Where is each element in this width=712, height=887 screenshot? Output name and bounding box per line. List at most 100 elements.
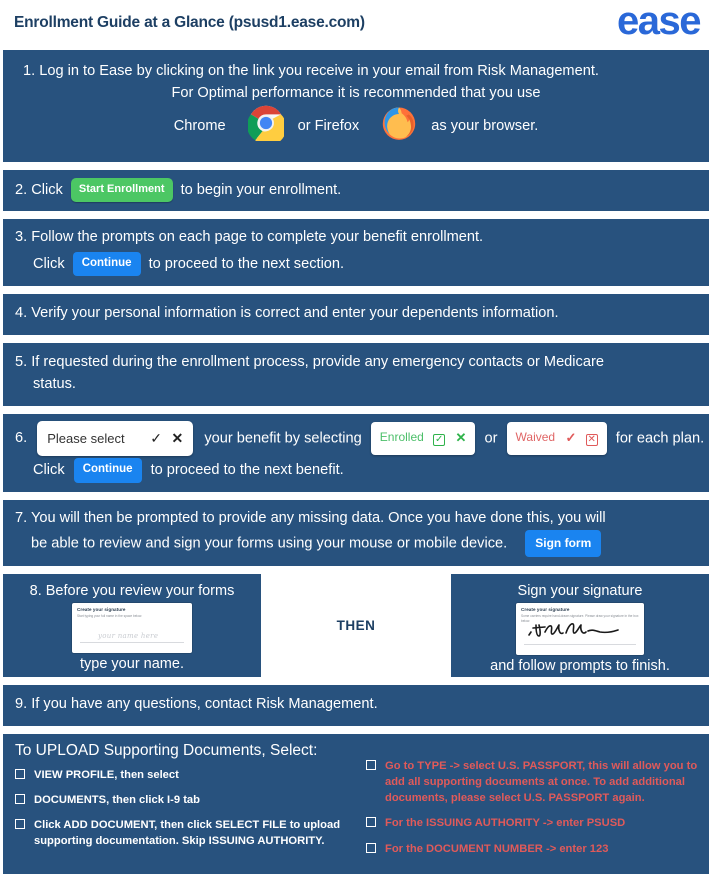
step-1-line-1: 1. Log in to Ease by clicking on the lin… xyxy=(13,61,699,83)
waived-chip[interactable]: Waived ✓ ✕ xyxy=(506,421,607,456)
step-5-line-2: status. xyxy=(33,375,76,392)
step-8-left-footer: type your name. xyxy=(80,655,184,672)
step-4-block: 4. Verify your personal information is c… xyxy=(3,294,709,335)
checkbox-icon[interactable] xyxy=(15,819,25,830)
step-1-line-2: For Optimal performance it is recommende… xyxy=(171,84,541,101)
step-7-line-1: 7. You will then be prompted to provide … xyxy=(15,508,697,530)
step-3-text-1: Follow the prompts on each page to compl… xyxy=(31,228,484,245)
step-5-block: 5. If requested during the enrollment pr… xyxy=(3,342,709,406)
signature-input-line-left xyxy=(80,641,184,643)
checkbox-icon[interactable] xyxy=(366,759,376,770)
handwritten-signature-icon xyxy=(526,619,630,644)
step-2-post-text: to begin your enrollment. xyxy=(180,181,342,198)
step-2-number: 2. xyxy=(15,181,28,198)
step-8-right-pane: Sign your signature Create your signatur… xyxy=(451,573,709,677)
step-3-line-2: Click Continue to proceed to the next se… xyxy=(15,251,697,277)
ease-logo: ease xyxy=(617,0,701,43)
step-8-row: 8. Before you review your forms Create y… xyxy=(3,573,709,677)
step-7-text-1: You will then be prompted to provide any… xyxy=(30,509,606,526)
benefit-select-dropdown[interactable]: Please select ✓ ✕ xyxy=(37,420,194,457)
step-6-block: 6. Please select ✓ ✕ your benefit by sel… xyxy=(3,413,709,492)
step-5-line-1: 5. If requested during the enrollment pr… xyxy=(15,352,697,374)
step-2-block: 2. Click Start Enrollment to begin your … xyxy=(3,169,709,211)
upload-list-item[interactable]: VIEW PROFILE, then select xyxy=(15,767,348,783)
sign-form-button[interactable]: Sign form xyxy=(525,529,602,557)
step-7-text-2: be able to review and sign your forms us… xyxy=(31,535,508,552)
step-1-line-3: Chrome or Firefox as your browser. xyxy=(13,105,699,149)
step-9-block: 9. If you have any questions, contact Ri… xyxy=(3,684,709,726)
step-1-text-1: Log in to Ease by clicking on the link y… xyxy=(39,63,599,79)
signature-input-line-right xyxy=(524,643,636,645)
step-9-text: If you have any questions, contact Risk … xyxy=(31,695,378,712)
step-3-number: 3. xyxy=(15,228,28,245)
firefox-icon xyxy=(381,105,417,149)
upload-documents-panel: To UPLOAD Supporting Documents, Select: … xyxy=(3,733,709,874)
upload-list-item[interactable]: Click ADD DOCUMENT, then click SELECT FI… xyxy=(15,817,348,849)
upload-list-item[interactable]: DOCUMENTS, then click I-9 tab xyxy=(15,792,348,808)
upload-list-item[interactable]: For the ISSUING AUTHORITY -> enter PSUSD xyxy=(366,815,699,831)
chrome-label: Chrome xyxy=(173,117,226,134)
step-8-then-label: THEN xyxy=(261,573,451,677)
step-4-number: 4. xyxy=(15,305,28,322)
step-3-pre-text: Click xyxy=(33,255,65,272)
checkbox-icon[interactable] xyxy=(15,793,25,804)
step-6-line-1: 6. Please select ✓ ✕ your benefit by sel… xyxy=(15,420,704,457)
step-3-block: 3. Follow the prompts on each page to co… xyxy=(3,218,709,287)
create-signature-type-card: Create your signature Start typing your … xyxy=(72,602,192,653)
step-6-line-2: Click Continue to proceed to the next be… xyxy=(15,458,697,483)
upload-item-text: Click ADD DOCUMENT, then click SELECT FI… xyxy=(34,819,341,848)
check-icon: ✓ xyxy=(150,429,162,446)
step-4-text: Verify your personal information is corr… xyxy=(31,305,559,322)
step-8-right-footer: and follow prompts to finish. xyxy=(490,657,670,674)
enrollment-guide-page: Enrollment Guide at a Glance (psusd1.eas… xyxy=(0,0,712,887)
step-3-post-text: to proceed to the next section. xyxy=(148,255,345,272)
step-1-number: 1. xyxy=(23,63,36,79)
chrome-icon xyxy=(246,105,286,149)
step-9-number: 9. xyxy=(15,695,28,712)
signature-placeholder-left: your name here xyxy=(98,631,159,640)
step-1-block: 1. Log in to Ease by clicking on the lin… xyxy=(3,50,709,162)
upload-title: To UPLOAD Supporting Documents, Select: xyxy=(15,741,318,759)
enrolled-checkbox-icon: ✓ xyxy=(433,433,446,446)
continue-button-step6[interactable]: Continue xyxy=(73,458,142,483)
step-3-line-1: 3. Follow the prompts on each page to co… xyxy=(15,227,697,249)
checkbox-icon[interactable] xyxy=(366,842,376,853)
close-icon: ✕ xyxy=(171,429,184,446)
continue-button-step3[interactable]: Continue xyxy=(72,251,141,277)
signature-card-title-left: Create your signature xyxy=(77,606,126,612)
upload-list-item[interactable]: Go to TYPE -> select U.S. PASSPORT, this… xyxy=(366,758,699,807)
step-7-block: 7. You will then be prompted to provide … xyxy=(3,499,709,566)
upload-item-text: For the DOCUMENT NUMBER -> enter 123 xyxy=(385,842,609,855)
waived-x-checkbox-icon: ✕ xyxy=(585,433,598,446)
benefit-select-value: Please select xyxy=(47,430,125,446)
step-6-or-text: or xyxy=(484,430,498,447)
step-7-number: 7. xyxy=(15,509,28,526)
step-5-number: 5. xyxy=(15,353,28,370)
enrolled-chip[interactable]: Enrolled ✓ ✕ xyxy=(370,421,476,456)
firefox-label: or Firefox xyxy=(297,117,360,134)
upload-item-text: Go to TYPE -> select U.S. PASSPORT, this… xyxy=(385,759,698,805)
checkbox-icon[interactable] xyxy=(366,817,376,828)
start-enrollment-button[interactable]: Start Enrollment xyxy=(70,177,173,202)
step-6-tail-text: for each plan. xyxy=(615,430,705,447)
upload-item-text: VIEW PROFILE, then select xyxy=(34,768,179,781)
waived-check-icon: ✓ xyxy=(565,429,577,445)
upload-item-text: For the ISSUING AUTHORITY -> enter PSUSD xyxy=(385,817,626,830)
page-header: Enrollment Guide at a Glance (psusd1.eas… xyxy=(0,0,712,50)
step-8-right-header: Sign your signature xyxy=(517,582,643,599)
upload-item-text: DOCUMENTS, then click I-9 tab xyxy=(34,793,200,806)
browser-tail-text: as your browser. xyxy=(431,117,539,134)
step-8-left-pane: 8. Before you review your forms Create y… xyxy=(3,573,261,677)
step-2-pre-text: Click xyxy=(31,181,63,198)
upload-list-item[interactable]: For the DOCUMENT NUMBER -> enter 123 xyxy=(366,841,699,857)
checkbox-icon[interactable] xyxy=(15,768,25,779)
upload-left-column: To UPLOAD Supporting Documents, Select: … xyxy=(3,734,358,874)
waived-label: Waived xyxy=(515,429,556,444)
step-8-left-header: 8. Before you review your forms xyxy=(29,582,235,599)
signature-card-title-right: Create your signature xyxy=(521,606,570,612)
step-6-number: 6. xyxy=(15,430,28,447)
step-7-line-2: be able to review and sign your forms us… xyxy=(15,529,697,557)
step-6-mid-text: your benefit by selecting xyxy=(204,430,362,447)
enrolled-label: Enrolled xyxy=(379,429,424,444)
page-title: Enrollment Guide at a Glance (psusd1.eas… xyxy=(14,14,365,31)
